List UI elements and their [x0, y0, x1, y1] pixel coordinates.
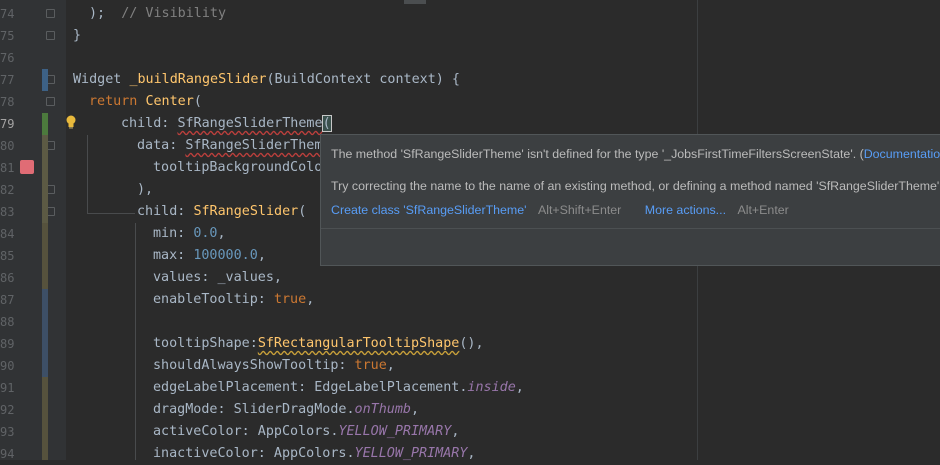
line-number: 88 — [0, 315, 15, 329]
change-marker — [42, 69, 48, 91]
line-number: 84 — [0, 227, 15, 241]
more-actions-link[interactable]: More actions... — [645, 203, 726, 217]
line-number: 86 — [0, 271, 15, 285]
line-number: 75 — [0, 29, 15, 43]
code-line-77: Widget _buildRangeSlider(BuildContext co… — [73, 72, 460, 87]
code-line-92: dragMode: SliderDragMode.onThumb, — [153, 402, 420, 417]
indent-guide — [87, 135, 88, 213]
code-line-86: values: _values, — [153, 270, 282, 285]
change-marker — [42, 289, 48, 377]
change-marker — [42, 377, 48, 460]
code-line-79: child: SfRangeSliderTheme( — [121, 115, 332, 132]
code-line-89: tooltipShape:SfRectangularTooltipShape()… — [153, 336, 484, 351]
code-line-81: tooltipBackgroundColo — [153, 160, 323, 175]
line-number: 74 — [0, 7, 15, 21]
code-line-90: shouldAlwaysShowTooltip: true, — [153, 358, 395, 373]
editor-gutter: 74 75 76 77 78 79 80 81 82 83 84 85 86 8… — [0, 0, 66, 461]
error-marker-icon[interactable] — [20, 160, 34, 174]
line-number: 94 — [0, 447, 15, 461]
error-suggestion: Try correcting the name to the name of a… — [331, 179, 940, 193]
change-marker — [42, 135, 48, 223]
code-line-83: child: SfRangeSlider( — [137, 204, 307, 219]
code-line-82: ), — [137, 182, 154, 197]
code-line-85: max: 100000.0, — [153, 248, 266, 263]
line-number: 77 — [0, 73, 15, 87]
fold-marker-icon[interactable] — [46, 31, 55, 40]
quick-fix-actions: Create class 'SfRangeSliderTheme' Alt+Sh… — [331, 203, 789, 217]
line-number: 87 — [0, 293, 15, 307]
line-number: 89 — [0, 337, 15, 351]
line-number: 91 — [0, 381, 15, 395]
line-number: 78 — [0, 95, 15, 109]
error-tooltip-popup: The method 'SfRangeSliderTheme' isn't de… — [320, 134, 940, 266]
code-line-80: data: SfRangeSliderThem — [137, 138, 323, 153]
documentation-link[interactable]: Documentation — [864, 147, 940, 161]
code-line-74: ); // Visibility — [89, 6, 227, 21]
line-number: 80 — [0, 139, 15, 153]
line-number: 79 — [0, 117, 15, 131]
line-number: 93 — [0, 425, 15, 439]
line-number: 82 — [0, 183, 15, 197]
line-number: 83 — [0, 205, 15, 219]
fold-marker-icon[interactable] — [46, 97, 55, 106]
fold-marker-icon[interactable] — [46, 9, 55, 18]
indent-guide — [87, 213, 135, 214]
code-line-75: } — [73, 28, 82, 43]
indent-guide — [135, 223, 136, 460]
line-number: 85 — [0, 249, 15, 263]
code-line-91: edgeLabelPlacement: EdgeLabelPlacement.i… — [153, 380, 524, 395]
code-line-93: activeColor: AppColors.YELLOW_PRIMARY, — [153, 424, 460, 439]
error-message: The method 'SfRangeSliderTheme' isn't de… — [331, 147, 940, 161]
create-class-shortcut: Alt+Shift+Enter — [537, 203, 622, 217]
code-line-84: min: 0.0, — [153, 226, 226, 241]
change-marker — [42, 223, 48, 289]
code-line-78: return Center( — [89, 94, 202, 109]
popup-divider — [321, 228, 940, 229]
line-number: 90 — [0, 359, 15, 373]
line-number: 76 — [0, 51, 15, 65]
code-line-87: enableTooltip: true, — [153, 292, 315, 307]
change-marker — [42, 113, 48, 135]
create-class-action[interactable]: Create class 'SfRangeSliderTheme' — [331, 203, 527, 217]
more-actions-shortcut: Alt+Enter — [737, 203, 789, 217]
line-number: 92 — [0, 403, 15, 417]
code-line-94: inactiveColor: AppColors.YELLOW_PRIMARY, — [153, 446, 476, 461]
line-number: 81 — [0, 161, 15, 175]
